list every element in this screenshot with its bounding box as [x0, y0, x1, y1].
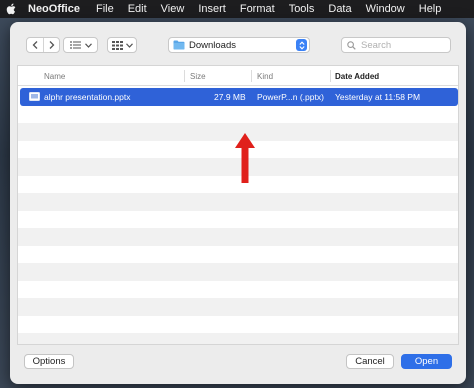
location-stepper-icon: [296, 39, 307, 51]
column-divider: [251, 70, 252, 82]
menu-view[interactable]: View: [161, 3, 185, 15]
chevron-down-icon: [126, 42, 133, 48]
empty-row: [18, 333, 458, 344]
menu-tools[interactable]: Tools: [289, 3, 315, 15]
pptx-file-icon: [29, 92, 40, 102]
menu-app-name[interactable]: NeoOffice: [28, 3, 80, 15]
empty-row: [18, 281, 458, 299]
chevron-down-icon: [85, 42, 92, 48]
options-button[interactable]: Options: [24, 354, 74, 369]
empty-row: [18, 228, 458, 246]
folder-icon: [173, 40, 185, 50]
grid-view-button[interactable]: [107, 37, 137, 53]
chevron-right-icon: [49, 41, 54, 49]
forward-button[interactable]: [43, 38, 59, 52]
menu-bar: NeoOffice File Edit View Insert Format T…: [0, 0, 474, 18]
chevron-left-icon: [32, 41, 38, 49]
apple-menu-icon[interactable]: [0, 3, 22, 15]
dialog-toolbar: Downloads Search: [10, 22, 466, 66]
menu-insert[interactable]: Insert: [198, 3, 226, 15]
file-browser: Name Size Kind Date Added alphr presenta…: [17, 65, 459, 345]
column-header: Name Size Kind Date Added: [18, 66, 458, 86]
empty-row: [18, 246, 458, 264]
empty-row: [18, 193, 458, 211]
cancel-button[interactable]: Cancel: [346, 354, 394, 369]
empty-row: [18, 263, 458, 281]
menu-help[interactable]: Help: [419, 3, 442, 15]
menu-data[interactable]: Data: [328, 3, 351, 15]
file-name: alphr presentation.pptx: [44, 91, 131, 102]
file-date-added: Yesterday at 11:58 PM: [335, 91, 421, 102]
open-button[interactable]: Open: [401, 354, 452, 369]
location-label: Downloads: [189, 39, 236, 51]
empty-row: [18, 298, 458, 316]
empty-row: [18, 106, 458, 124]
list-view-button[interactable]: [63, 37, 98, 53]
file-size: 27.9 MB: [214, 91, 246, 102]
file-row[interactable]: alphr presentation.pptx 27.9 MB PowerP..…: [20, 88, 458, 106]
empty-row: [18, 316, 458, 334]
column-kind-header[interactable]: Kind: [257, 66, 273, 86]
annotation-arrow-icon: [235, 133, 255, 183]
column-divider: [184, 70, 185, 82]
location-popup[interactable]: Downloads: [168, 37, 310, 53]
navigation-buttons: [26, 37, 60, 53]
column-date-added-header[interactable]: Date Added: [335, 66, 379, 86]
empty-row: [18, 211, 458, 229]
file-kind: PowerP...n (.pptx): [257, 91, 324, 102]
search-icon: [347, 40, 356, 50]
column-name-header[interactable]: Name: [44, 66, 65, 86]
back-button[interactable]: [27, 38, 43, 52]
search-field[interactable]: Search: [341, 37, 451, 53]
open-file-dialog: Downloads Search Name Size Kind Date Add…: [10, 22, 466, 384]
list-view-icon: [70, 41, 81, 49]
file-list: alphr presentation.pptx 27.9 MB PowerP..…: [18, 88, 458, 344]
search-placeholder: Search: [361, 39, 392, 51]
grid-view-icon: [112, 40, 123, 50]
menu-format[interactable]: Format: [240, 3, 275, 15]
column-size-header[interactable]: Size: [190, 66, 206, 86]
column-divider: [330, 70, 331, 82]
menu-window[interactable]: Window: [366, 3, 405, 15]
menu-file[interactable]: File: [96, 3, 114, 15]
menu-edit[interactable]: Edit: [128, 3, 147, 15]
